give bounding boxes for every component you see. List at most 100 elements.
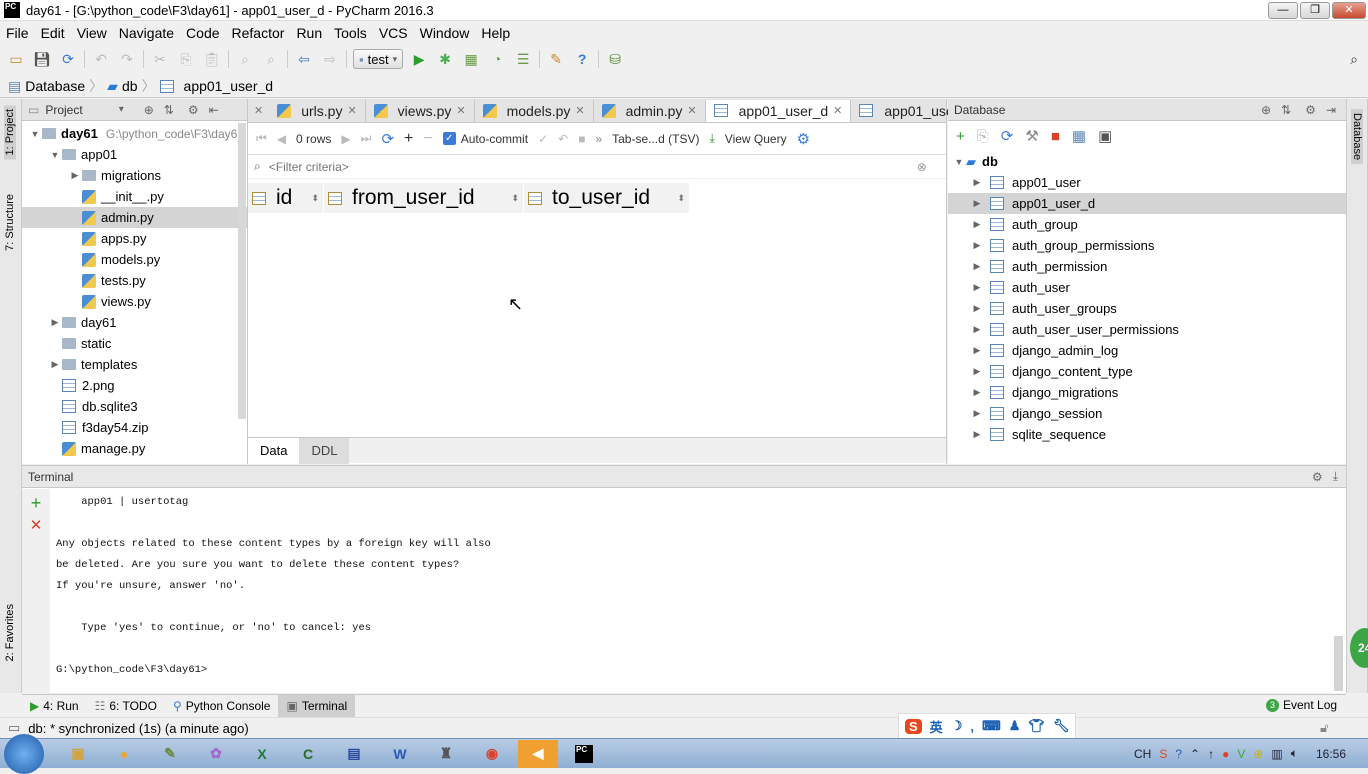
copy-icon[interactable]: ⎘	[977, 128, 989, 145]
help-icon[interactable]: ?	[572, 49, 592, 69]
minimize-button[interactable]: —	[1268, 2, 1298, 19]
add-icon[interactable]: +	[956, 128, 965, 145]
word-icon[interactable]: W	[380, 740, 420, 768]
run-icon[interactable]: ▶	[409, 49, 429, 69]
collapsed-arrow-icon[interactable]: ▶	[970, 429, 984, 440]
tree-item-table[interactable]: ▶ auth_group_permissions	[948, 235, 1346, 256]
open-folder-icon[interactable]: ▭	[6, 49, 26, 69]
sort-icon[interactable]: ⬍	[511, 193, 519, 204]
skin-icon[interactable]: 👕︎	[1028, 718, 1045, 734]
tree-item[interactable]: ▶ templates	[22, 354, 247, 375]
project-view-select[interactable]: Project	[45, 103, 82, 117]
sogou-icon[interactable]: S	[905, 718, 922, 734]
collapsed-arrow-icon[interactable]: ▶	[970, 324, 984, 335]
collapsed-arrow-icon[interactable]: ▶	[970, 177, 984, 188]
pin-icon[interactable]: ↑	[1208, 747, 1214, 761]
punct-icon[interactable]: ,	[970, 719, 974, 734]
v-icon[interactable]: V	[1237, 747, 1245, 761]
first-page-icon[interactable]: ⏮	[256, 131, 267, 146]
tool-icon[interactable]: ♜	[426, 740, 466, 768]
autocommit-checkbox[interactable]: ✓ Auto-commit	[442, 132, 528, 146]
collapsed-arrow-icon[interactable]: ▶	[970, 261, 984, 272]
vcs-icon[interactable]: ⛁	[605, 49, 625, 69]
clear-filter-icon[interactable]: ⊗	[917, 160, 927, 174]
debug-icon[interactable]: ✱	[435, 49, 455, 69]
stop-icon[interactable]: ■	[1051, 128, 1060, 145]
refresh-icon[interactable]: ⟳	[1001, 127, 1014, 145]
record-icon[interactable]: ●	[1222, 747, 1229, 761]
close-icon[interactable]: ✕	[575, 104, 584, 117]
rollback-icon[interactable]: ↶	[558, 132, 568, 146]
close-button[interactable]: ✕	[1332, 2, 1366, 19]
copy-icon[interactable]: ⎘	[176, 49, 196, 69]
menu-navigate[interactable]: Navigate	[119, 25, 174, 41]
chevron-down-icon[interactable]: ▾	[119, 104, 124, 115]
menu-edit[interactable]: Edit	[41, 25, 65, 41]
gear-icon[interactable]: ⚙	[188, 103, 199, 117]
tool-window-terminal[interactable]: ▣ Terminal	[278, 695, 356, 717]
scrollbar[interactable]	[1334, 636, 1343, 691]
menu-refactor[interactable]: Refactor	[232, 25, 285, 41]
ime-lang[interactable]: 英	[930, 717, 943, 736]
structure-tool-button[interactable]: 7: Structure	[4, 194, 16, 251]
tree-item[interactable]: apps.py	[22, 228, 247, 249]
search-everywhere-icon[interactable]: ⌕	[1344, 49, 1364, 69]
tab-models-py[interactable]: models.py ✕	[475, 99, 594, 122]
tree-item[interactable]: 2.png	[22, 375, 247, 396]
sort-icon[interactable]: ⬍	[311, 193, 319, 204]
tree-item[interactable]: f3day54.zip	[22, 417, 247, 438]
tree-item[interactable]: tests.py	[22, 270, 247, 291]
tree-item[interactable]: db.sqlite3	[22, 396, 247, 417]
collapsed-arrow-icon[interactable]: ▶	[970, 282, 984, 293]
redo-icon[interactable]: ↷	[117, 49, 137, 69]
tree-item[interactable]: __init__.py	[22, 186, 247, 207]
scrollbar[interactable]	[238, 123, 246, 419]
network-icon[interactable]: ▥	[1271, 747, 1282, 761]
last-page-icon[interactable]: ⏭	[361, 131, 372, 146]
gear-icon[interactable]: ⚙	[1312, 470, 1323, 484]
collapsed-arrow-icon[interactable]: ▶	[970, 366, 984, 377]
plus-tray-icon[interactable]: ⊕	[1253, 747, 1263, 761]
tab-urls-py[interactable]: urls.py ✕	[269, 99, 366, 122]
collapsed-arrow-icon[interactable]: ▶	[970, 240, 984, 251]
commit-icon[interactable]: ✓	[538, 132, 548, 146]
close-icon[interactable]: ✕	[248, 104, 269, 117]
menu-code[interactable]: Code	[186, 25, 219, 41]
terminal-output[interactable]: app01 | usertotag Any objects related to …	[56, 492, 491, 681]
collapsed-arrow-icon[interactable]: ▶	[48, 359, 62, 370]
maximize-button[interactable]: ❐	[1300, 2, 1330, 19]
close-icon[interactable]: ✕	[833, 104, 842, 117]
tree-item[interactable]: ▶ migrations	[22, 165, 247, 186]
tree-item-table[interactable]: ▶ sqlite_sequence	[948, 424, 1346, 445]
lock-icon[interactable]: 🔓︎	[1320, 720, 1328, 736]
tab-ddl[interactable]: DDL	[299, 437, 350, 464]
tree-item-table[interactable]: ▶ auth_user	[948, 277, 1346, 298]
find-icon[interactable]: ⌕	[235, 49, 255, 69]
tree-item[interactable]: ▼ day61 G:\python_code\F3\day6	[22, 123, 247, 144]
sort-icon[interactable]: ⬍	[677, 193, 685, 204]
tool-window-4-run[interactable]: ▶ 4: Run	[22, 695, 87, 717]
hide-icon[interactable]: ⇥	[1326, 103, 1336, 117]
tree-item[interactable]: models.py	[22, 249, 247, 270]
menu-run[interactable]: Run	[296, 25, 322, 41]
menu-vcs[interactable]: VCS	[379, 25, 408, 41]
event-log-button[interactable]: 3 Event Log	[1258, 694, 1345, 716]
menu-view[interactable]: View	[77, 25, 107, 41]
clock[interactable]: 16:56	[1316, 747, 1346, 761]
export-format-select[interactable]: Tab-se...d (TSV)	[612, 132, 699, 146]
menu-window[interactable]: Window	[420, 25, 470, 41]
pycharm-taskbar-icon[interactable]: PC	[564, 740, 604, 768]
keyboard-icon[interactable]: ⌨	[982, 718, 1001, 734]
close-icon[interactable]: ✕	[347, 104, 356, 117]
run-config-select[interactable]: ▪ test ▾	[353, 49, 404, 69]
collapsed-arrow-icon[interactable]: ▶	[970, 303, 984, 314]
volume-icon[interactable]: 🔈︎	[1291, 746, 1298, 761]
cut-icon[interactable]: ✂	[150, 49, 170, 69]
tray-arrow-icon[interactable]: ⌃	[1190, 747, 1200, 761]
moon-icon[interactable]: ☽	[951, 718, 963, 734]
hide-icon[interactable]: ⤓	[1333, 469, 1338, 484]
tree-item[interactable]: static	[22, 333, 247, 354]
gear-icon[interactable]: ⚙	[797, 130, 810, 148]
concurrency-icon[interactable]: ☰	[513, 49, 533, 69]
close-icon[interactable]: ✕	[456, 104, 465, 117]
